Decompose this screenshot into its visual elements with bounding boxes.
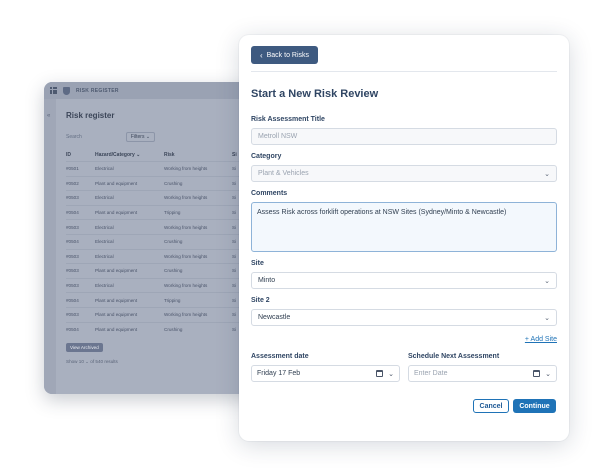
chevron-down-icon[interactable]: ⌄ [388,370,394,378]
assessment-date-input[interactable]: Friday 17 Feb ⌄ [251,365,400,382]
cancel-button[interactable]: Cancel [473,399,509,413]
row-hazard: Electrical [95,239,114,245]
row-id: #0503 [66,253,79,259]
site2-value: Newcastle [258,314,291,321]
row-hazard: Plant and equipment [95,312,138,318]
row-risk: Working from heights [164,195,208,201]
collapse-icon: « [47,113,51,119]
row-id: #0503 [66,283,79,289]
shield-logo-icon [63,86,70,95]
row-id: #0503 [66,195,79,201]
add-site-link[interactable]: + Add Site [525,336,557,343]
register-filter-button: Filters ⌄ [125,132,156,142]
row-id: #0503 [66,312,79,318]
site-select[interactable]: Minto ⌄ [251,272,557,289]
comments-label: Comments [251,190,288,197]
row-id: #0503 [66,268,79,274]
assessment-date-value: Friday 17 Feb [257,370,301,377]
back-to-risks-button[interactable]: ‹ Back to Risks [251,46,318,64]
chevron-down-icon: ⌄ [544,170,550,178]
row-id: #0504 [66,210,79,216]
back-button-label: Back to Risks [266,51,310,59]
row-id: #0504 [66,326,79,332]
row-risk: Working from heights [164,283,208,289]
chevron-down-icon: ⌄ [544,277,550,285]
chevron-left-icon: ‹ [259,50,263,60]
row-risk: Working from heights [164,224,208,230]
assessment-title-value: Metroll NSW [258,133,298,140]
category-select[interactable]: Plant & Vehicles ⌄ [251,165,557,182]
comments-textarea[interactable]: Assess Risk across forklift operations a… [251,202,557,252]
continue-button[interactable]: Continue [513,399,556,413]
row-risk: Crushing [164,268,183,274]
register-search-input: Search [66,134,82,140]
category-value: Plant & Vehicles [258,170,309,177]
category-label: Category [251,153,282,160]
next-assessment-placeholder: Enter Date [414,370,448,377]
next-assessment-input[interactable]: Enter Date ⌄ [408,365,557,382]
register-sidebar: « [44,99,56,394]
assessment-title-input[interactable]: Metroll NSW [251,128,557,145]
chevron-down-icon: ⌄ [544,314,550,322]
row-hazard: Plant and equipment [95,326,138,332]
row-risk: Working from heights [164,253,208,259]
row-risk: Crushing [164,180,183,186]
row-risk: Working from heights [164,166,208,172]
col-id: ID [66,152,71,158]
title-label: Risk Assessment Title [251,116,325,123]
row-hazard: Electrical [95,283,114,289]
page-title: Start a New Risk Review [251,88,379,100]
row-id: #0504 [66,239,79,245]
row-hazard: Electrical [95,253,114,259]
row-hazard: Plant and equipment [95,210,138,216]
row-hazard: Plant and equipment [95,297,138,303]
row-risk: Tripping [164,210,181,216]
row-hazard: Electrical [95,166,114,172]
row-id: #0503 [66,224,79,230]
row-hazard: Electrical [95,195,114,201]
register-brand: RISK REGISTER [76,87,119,94]
assessment-date-label: Assessment date [251,353,309,360]
next-assessment-label: Schedule Next Assessment [408,353,500,360]
calendar-icon[interactable] [533,370,541,377]
site2-label: Site 2 [251,297,270,304]
col-risk: Risk [164,152,175,158]
row-hazard: Plant and equipment [95,180,138,186]
row-risk: Working from heights [164,312,208,318]
header-divider [251,71,557,72]
new-risk-review-card: ‹ Back to Risks Start a New Risk Review … [239,35,569,441]
row-risk: Tripping [164,297,181,303]
site-value: Minto [258,277,276,284]
chevron-down-icon[interactable]: ⌄ [545,370,551,378]
calendar-icon[interactable] [376,370,384,377]
row-id: #0504 [66,297,79,303]
row-risk: Crushing [164,326,183,332]
row-hazard: Electrical [95,224,114,230]
row-risk: Crushing [164,239,183,245]
col-hazard: Hazard/Category ⌄ [95,152,141,158]
row-hazard: Plant and equipment [95,268,138,274]
row-id: #0502 [66,180,79,186]
app-grid-icon [50,87,57,94]
site2-select[interactable]: Newcastle ⌄ [251,309,557,326]
site-label: Site [251,260,264,267]
row-id: #0501 [66,166,79,172]
view-archived-button: View Archived [66,343,103,353]
